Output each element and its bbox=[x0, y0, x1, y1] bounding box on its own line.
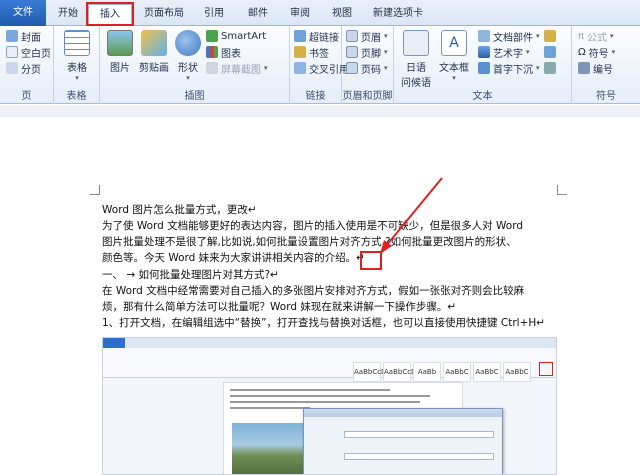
embedded-style: AaBbC bbox=[443, 362, 471, 382]
embedded-photo bbox=[232, 423, 312, 474]
embedded-style: AaBbCcDc bbox=[353, 362, 390, 382]
embedded-replace-field bbox=[344, 453, 494, 460]
embedded-screenshot: AaBbCcDc AaBbCcDc AaBb AaBbC AaBbC AaBbC bbox=[102, 337, 557, 475]
embedded-text-line bbox=[230, 407, 310, 409]
embedded-text-line bbox=[230, 395, 430, 397]
embedded-dialog-titlebar bbox=[304, 409, 502, 417]
embedded-text-line bbox=[230, 401, 420, 403]
embedded-tab-bar bbox=[103, 338, 556, 348]
embedded-find-field bbox=[344, 431, 494, 438]
embedded-style: AaBbC bbox=[473, 362, 501, 382]
embedded-style: AaBb bbox=[413, 362, 441, 382]
embedded-file-tab bbox=[103, 338, 125, 348]
embedded-ribbon: AaBbCcDc AaBbCcDc AaBb AaBbC AaBbC AaBbC bbox=[103, 348, 556, 382]
embedded-style: AaBbCcDc bbox=[383, 362, 420, 382]
embedded-style: AaBbC bbox=[503, 362, 531, 382]
embedded-replace-highlight bbox=[539, 362, 553, 376]
embedded-find-replace-dialog bbox=[303, 408, 503, 474]
embedded-text-line bbox=[230, 389, 390, 391]
